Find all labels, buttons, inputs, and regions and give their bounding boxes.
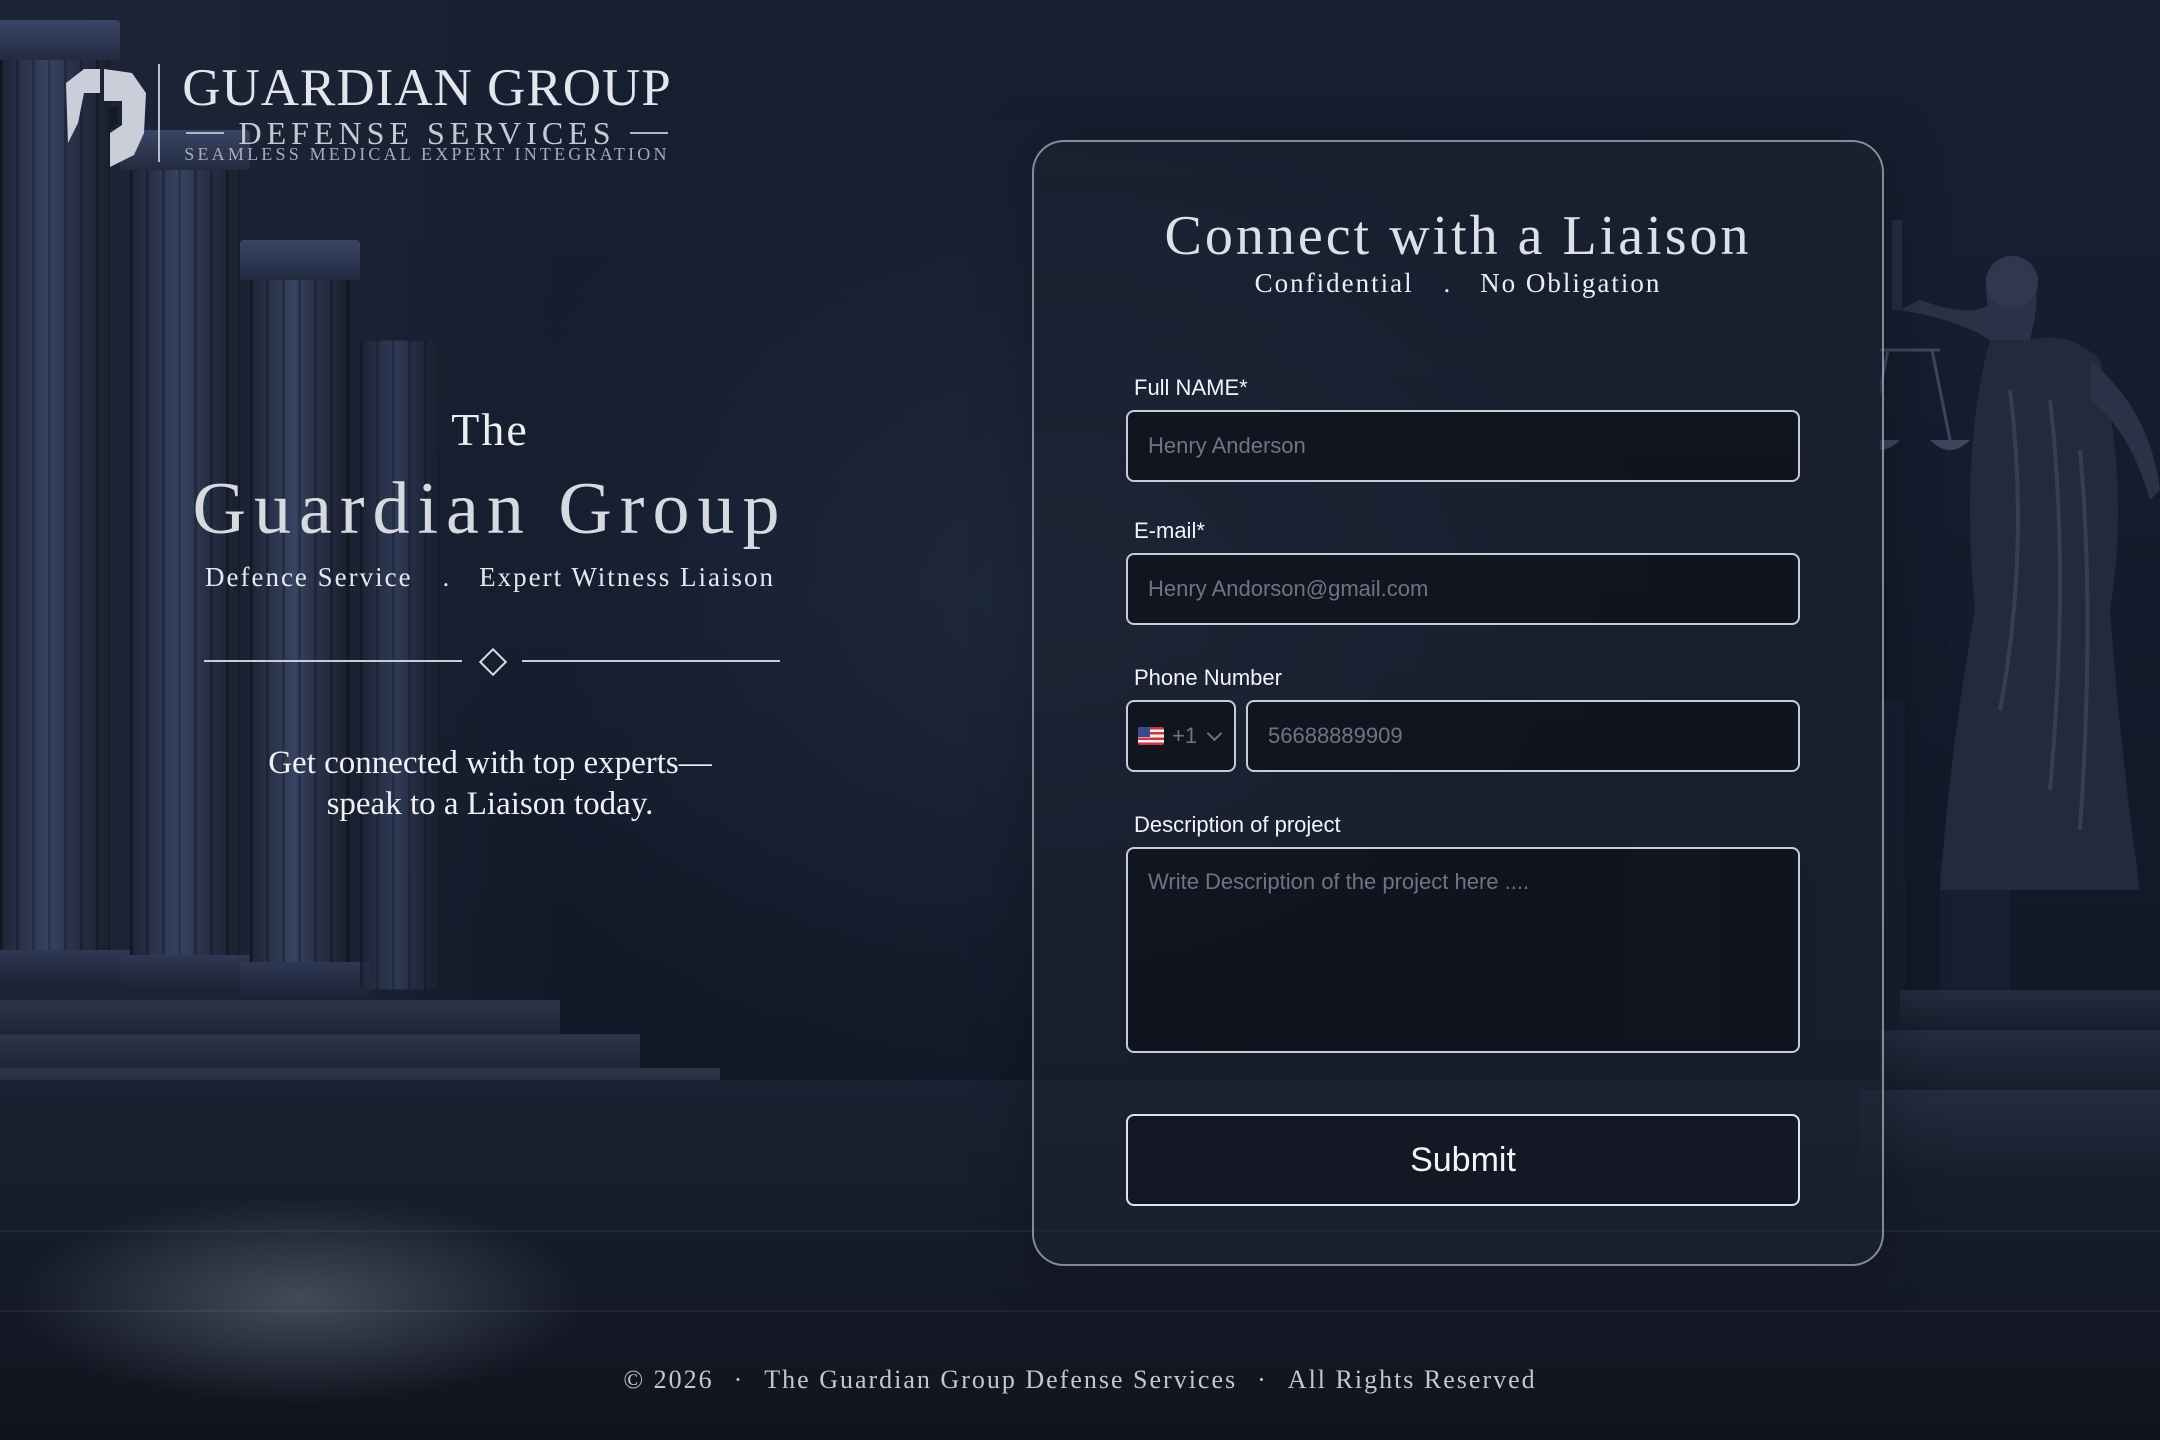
hero-divider-ornament <box>200 647 780 677</box>
hero-tagline-line2: speak to a Liaison today. <box>326 786 654 822</box>
footer-company: The Guardian Group Defense Services <box>764 1365 1238 1394</box>
footer: © 2026 · The Guardian Group Defense Servic… <box>0 1365 2160 1395</box>
hero-subtitle-left: Defence Service <box>204 562 413 592</box>
courthouse-column <box>0 40 110 970</box>
hero-subtitle-separator: . <box>442 562 450 592</box>
courthouse-step <box>0 1034 640 1069</box>
phone-input[interactable] <box>1246 700 1800 772</box>
email-label: E-mail* <box>1134 518 1205 543</box>
email-input[interactable] <box>1126 553 1800 625</box>
column-base <box>240 962 370 996</box>
column-capital <box>0 20 120 60</box>
column-base <box>0 950 130 984</box>
us-flag-icon <box>1138 727 1164 745</box>
form-subtitle-row: Confidential . No Obligation <box>1034 268 1882 299</box>
full-name-input[interactable] <box>1126 410 1800 482</box>
logo-divider <box>158 64 160 162</box>
statue-pedestal <box>1900 990 2160 1031</box>
form-subtitle-right: No Obligation <box>1480 268 1662 298</box>
logo-dash <box>186 132 225 134</box>
footer-separator: · <box>1257 1365 1268 1394</box>
hero-subtitle-right: Expert Witness Liaison <box>479 562 775 592</box>
hero-section: The Guardian Group Defence Service . Exp… <box>180 400 800 825</box>
diamond-icon <box>478 647 508 677</box>
helmet-shield-icon <box>66 69 146 167</box>
footer-separator: · <box>733 1365 745 1394</box>
chevron-down-icon <box>1206 725 1223 741</box>
country-dial-code: +1 <box>1172 723 1198 748</box>
brand-logo[interactable]: GUARDIAN GROUP DEFENSE SERVICES SEAMLESS… <box>60 58 680 168</box>
country-code-select[interactable]: +1 <box>1126 700 1236 772</box>
hero-pre-title: The <box>451 404 529 455</box>
lady-justice-statue <box>1880 220 2160 890</box>
phone-label: Phone Number <box>1134 665 1282 690</box>
form-subtitle-separator: . <box>1443 268 1451 298</box>
column-base <box>120 955 260 989</box>
logo-dash <box>629 132 668 134</box>
statue-pedestal <box>1860 1090 2160 1181</box>
description-label: Description of project <box>1134 812 1341 837</box>
hero-tagline-line1: Get connected with top experts— <box>268 745 712 781</box>
ornament-line <box>522 660 780 662</box>
footer-copyright: © 2026 <box>623 1365 714 1394</box>
full-name-label: Full NAME* <box>1134 375 1248 400</box>
floor-tile-line <box>0 1310 2160 1312</box>
form-subtitle-left: Confidential <box>1254 268 1414 298</box>
courthouse-step <box>0 1000 560 1035</box>
hero-tagline: Get connected with top experts— speak to… <box>210 743 770 825</box>
statue-pedestal <box>1880 1030 2160 1091</box>
column-capital <box>240 240 360 280</box>
description-textarea[interactable] <box>1126 847 1800 1053</box>
form-title: Connect with a Liaison <box>1164 205 1752 267</box>
footer-rights: All Rights Reserved <box>1287 1365 1537 1394</box>
hero-subtitle-row: Defence Service . Expert Witness Liaison <box>180 562 800 593</box>
ornament-line <box>204 660 462 662</box>
submit-button[interactable]: Submit <box>1126 1114 1800 1206</box>
brand-tagline: SEAMLESS MEDICAL EXPERT INTEGRATION <box>184 144 670 164</box>
liaison-contact-form: Connect with a Liaison Confidential . No… <box>1032 140 1884 1266</box>
hero-title: Guardian Group <box>192 468 788 550</box>
